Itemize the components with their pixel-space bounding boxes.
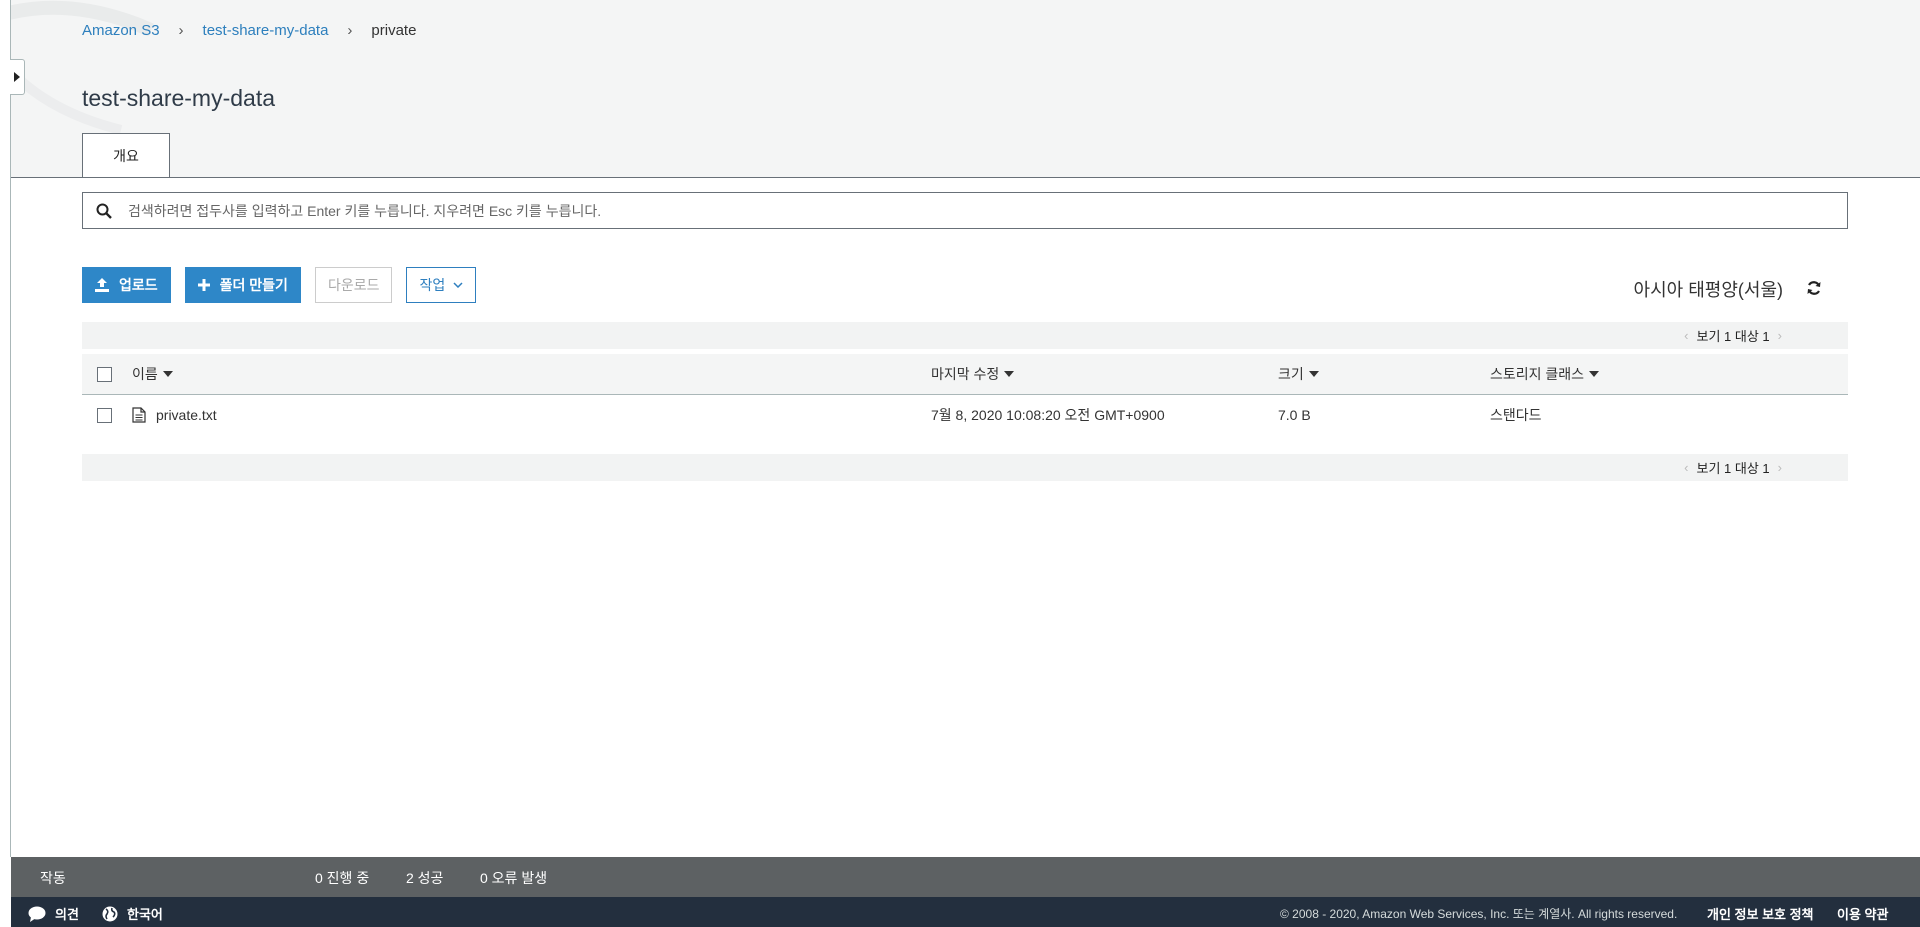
- column-header-storage-class-label: 스토리지 클래스: [1490, 366, 1585, 382]
- file-icon: [132, 407, 146, 423]
- upload-button-label: 업로드: [119, 277, 158, 293]
- chevron-down-icon: [453, 282, 463, 288]
- download-button[interactable]: 다운로드: [314, 267, 393, 303]
- actions-dropdown-label: 작업: [419, 277, 446, 293]
- row-checkbox[interactable]: [97, 407, 112, 423]
- file-name-link[interactable]: private.txt: [156, 407, 217, 423]
- column-header-storage-class[interactable]: 스토리지 클래스: [1490, 354, 1600, 394]
- plus-icon: [197, 279, 210, 291]
- breadcrumb-separator: ›: [347, 22, 353, 39]
- pager-bottom: ‹ 보기 1 대상 1 ›: [82, 454, 1848, 481]
- search-box: [82, 192, 1848, 229]
- sort-caret-icon: [1004, 371, 1015, 377]
- upload-button[interactable]: 업로드: [82, 267, 171, 303]
- breadcrumb-bucket[interactable]: test-share-my-data: [203, 22, 329, 39]
- language-selector[interactable]: 한국어: [102, 904, 163, 923]
- pager-text: 보기 1 대상 1: [1696, 461, 1770, 476]
- column-header-last-modified[interactable]: 마지막 수정: [931, 354, 1015, 394]
- language-label: 한국어: [127, 907, 163, 922]
- size-cell: 7.0 B: [1278, 407, 1311, 423]
- copyright-text: © 2008 - 2020, Amazon Web Services, Inc.…: [1280, 907, 1678, 921]
- breadcrumb: Amazon S3 › test-share-my-data › private: [82, 22, 416, 39]
- sidebar-edge: [0, 0, 11, 857]
- privacy-policy-link[interactable]: 개인 정보 보호 정책: [1707, 904, 1814, 923]
- region-label: 아시아 태평양(서울): [1633, 280, 1783, 300]
- header-decoration: [11, 0, 154, 135]
- page-header: Amazon S3 › test-share-my-data › private…: [11, 0, 1920, 178]
- column-header-name[interactable]: 이름: [132, 354, 173, 394]
- refresh-icon[interactable]: [1806, 280, 1822, 296]
- actions-dropdown[interactable]: 작업: [406, 267, 477, 303]
- sort-caret-icon: [162, 371, 173, 377]
- upload-icon: [95, 278, 109, 292]
- status-label: 작동: [40, 870, 66, 886]
- status-errors: 0 오류 발생: [480, 870, 548, 886]
- operations-status-bar[interactable]: 작동 0 진행 중 2 성공 0 오류 발생: [11, 857, 1920, 897]
- feedback-label: 의견: [55, 907, 79, 922]
- file-name-cell: private.txt: [132, 396, 217, 434]
- page-title: test-share-my-data: [82, 85, 276, 111]
- feedback-link[interactable]: 의견: [28, 904, 79, 923]
- create-folder-button[interactable]: 폴더 만들기: [184, 267, 301, 303]
- pager-next-icon[interactable]: ›: [1778, 328, 1782, 343]
- search-input[interactable]: [126, 201, 1847, 220]
- pager-text: 보기 1 대상 1: [1696, 329, 1770, 344]
- search-icon: [96, 203, 112, 219]
- terms-link[interactable]: 이용 약관: [1837, 904, 1888, 923]
- column-header-last-modified-label: 마지막 수정: [931, 366, 1000, 382]
- pager-prev-icon[interactable]: ‹: [1684, 460, 1688, 475]
- row-select-cell: [97, 396, 112, 434]
- table-header: 이름 마지막 수정 크기 스토리지 클래스: [82, 354, 1848, 395]
- pager-prev-icon[interactable]: ‹: [1684, 328, 1688, 343]
- sort-caret-icon: [1589, 371, 1600, 377]
- speech-bubble-icon: [28, 906, 46, 922]
- caret-right-icon: [14, 72, 20, 82]
- sidebar-toggle[interactable]: [10, 59, 25, 95]
- tab-overview[interactable]: 개요: [82, 133, 170, 177]
- toolbar: 업로드 폴더 만들기 다운로드 작업: [82, 267, 477, 303]
- breadcrumb-amazon-s3[interactable]: Amazon S3: [82, 22, 160, 39]
- create-folder-button-label: 폴더 만들기: [219, 277, 288, 293]
- column-header-size[interactable]: 크기: [1278, 354, 1319, 394]
- last-modified-cell: 7월 8, 2020 10:08:20 오전 GMT+0900: [931, 407, 1165, 423]
- status-success: 2 성공: [406, 870, 444, 886]
- breadcrumb-current: private: [371, 22, 417, 39]
- footer: 의견 한국어 © 2008 - 2020, Amazon Web Service…: [11, 897, 1920, 927]
- globe-icon: [102, 906, 118, 921]
- column-header-size-label: 크기: [1278, 366, 1304, 382]
- sort-caret-icon: [1308, 371, 1319, 377]
- pager-next-icon[interactable]: ›: [1778, 460, 1782, 475]
- column-header-name-label: 이름: [132, 366, 158, 382]
- breadcrumb-separator: ›: [178, 22, 184, 39]
- storage-class-cell: 스탠다드: [1490, 407, 1542, 423]
- status-in-progress: 0 진행 중: [315, 870, 370, 886]
- select-all-checkbox[interactable]: [97, 366, 112, 382]
- select-all-cell: [97, 354, 112, 394]
- table-row[interactable]: private.txt 7월 8, 2020 10:08:20 오전 GMT+0…: [82, 396, 1848, 434]
- pager-top: ‹ 보기 1 대상 1 ›: [82, 322, 1848, 349]
